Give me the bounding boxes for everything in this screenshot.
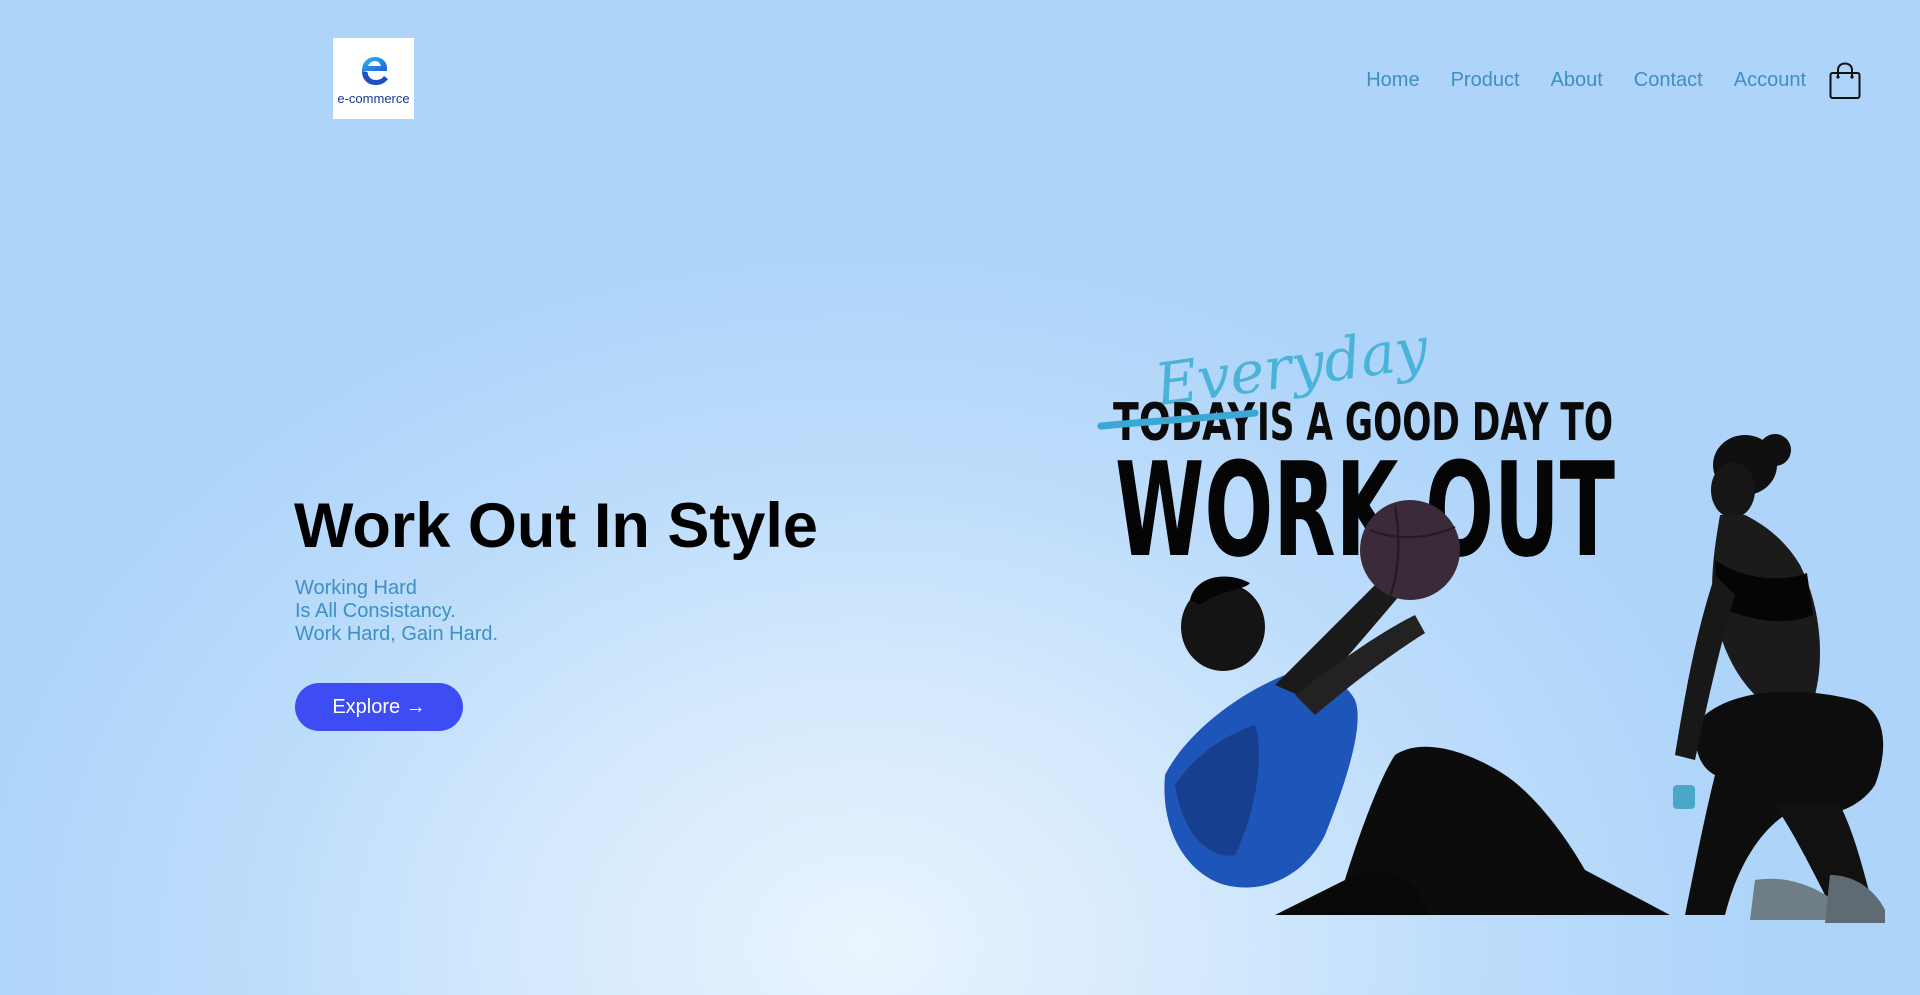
nav-link-account[interactable]: Account: [1734, 66, 1806, 94]
hero-subtitle: Working Hard Is All Consistancy. Work Ha…: [295, 577, 498, 646]
nav-link-product[interactable]: Product: [1451, 66, 1520, 94]
hero-subtitle-line: Working Hard: [295, 577, 417, 599]
main-nav: Home Product About Contact Account: [1335, 66, 1806, 94]
nav-link-about[interactable]: About: [1551, 66, 1603, 94]
cart-button[interactable]: [1828, 62, 1862, 100]
logo[interactable]: e-commerce: [333, 38, 414, 119]
woman-silhouette: [1673, 434, 1885, 923]
hero-title: Work Out In Style: [294, 491, 818, 561]
e-logo-icon: [361, 56, 388, 85]
hero-subtitle-line: Work Hard, Gain Hard.: [295, 623, 499, 645]
explore-button[interactable]: Explore →: [295, 683, 463, 731]
nav-link-home[interactable]: Home: [1366, 66, 1419, 94]
hero-image: Everyday TODAY IS A GOOD DAY TO WORK-OUT: [1097, 315, 1885, 923]
hero-subtitle-line: Is All Consistancy.: [295, 600, 456, 622]
logo-text: e-commerce: [337, 90, 410, 106]
nav-link-contact[interactable]: Contact: [1634, 66, 1703, 94]
shopping-bag-icon: [1829, 62, 1861, 99]
